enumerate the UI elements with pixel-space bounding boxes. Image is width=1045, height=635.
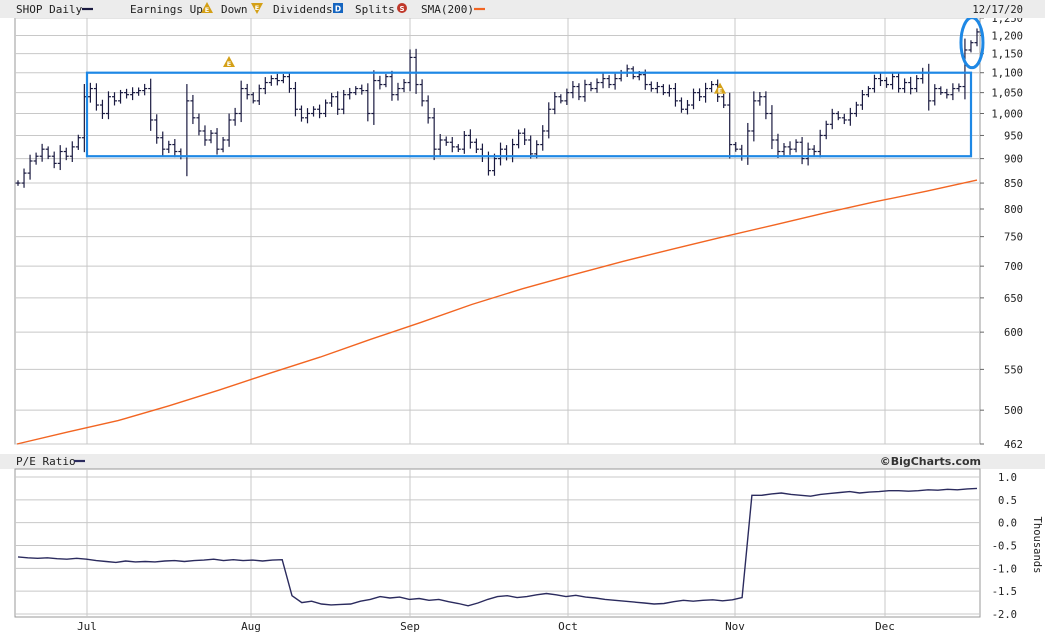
pe-tick-label: 1.0: [998, 472, 1017, 484]
earnings-up-label: Earnings Up: [130, 3, 203, 16]
month-label: Aug: [241, 620, 261, 633]
y-tick-label: 700: [1004, 261, 1023, 273]
dividends-label: Dividends: [273, 3, 333, 16]
month-label: Oct: [558, 620, 578, 633]
dividend-glyph: D: [335, 5, 341, 14]
y-tick-label: 950: [1004, 130, 1023, 142]
y-tick-label: 600: [1004, 327, 1023, 339]
month-label: Jul: [77, 620, 97, 633]
pe-tick-label: 0.0: [998, 518, 1017, 530]
earnings-glyph: E: [718, 87, 722, 95]
y-tick-label: 650: [1004, 293, 1023, 305]
pe-header: P/E Ratio ©BigCharts.com: [0, 454, 1045, 469]
pe-tick-label: -1.0: [992, 563, 1017, 575]
ticker-label: SHOP Daily: [16, 3, 83, 16]
chart-date: 12/17/20: [972, 4, 1023, 16]
pe-tick-label: -1.5: [992, 586, 1017, 598]
earnings-up-glyph: E: [205, 6, 209, 14]
price-panel-frame: [14, 17, 981, 445]
split-glyph: S: [399, 5, 404, 13]
pe-panel-frame: [14, 468, 981, 618]
month-label: Sep: [400, 620, 420, 633]
pe-tick-label: 0.5: [998, 495, 1017, 507]
stock-chart: 462 500 550 600 650 700 750 800 850 900 950 1,000 1,…: [0, 0, 1045, 633]
y-tick-label: 1,150: [991, 49, 1023, 61]
month-label: Nov: [725, 620, 745, 633]
y-tick-label: 1,200: [991, 30, 1023, 42]
dividend-icon: D: [333, 3, 343, 14]
legend-header: SHOP Daily Earnings Up E Down E Dividend…: [0, 0, 1045, 18]
pe-axis: -2.0 -1.5 -1.0 -0.5 0.0 0.5 1.0: [992, 472, 1017, 621]
y-tick-label: 500: [1004, 405, 1023, 417]
bigcharts-credit: ©BigCharts.com: [880, 455, 981, 468]
y-tick-label: 1,000: [991, 109, 1023, 121]
pe-panel: -2.0 -1.5 -1.0 -0.5 0.0 0.5 1.0 Thousands: [14, 468, 1043, 621]
y-tick-label: 550: [1004, 364, 1023, 376]
y-tick-label: 750: [1004, 232, 1023, 244]
y-tick-label: 462: [1004, 439, 1023, 451]
split-icon: S: [397, 3, 407, 13]
sma-label: SMA(200): [421, 3, 474, 16]
y-tick-label: 800: [1004, 204, 1023, 216]
y-tick-label: 850: [1004, 178, 1023, 190]
month-label: Dec: [875, 620, 895, 633]
pe-tick-label: -2.0: [992, 609, 1017, 621]
month-axis: Jul Aug Sep Oct Nov Dec: [77, 620, 895, 633]
y-tick-label: 1,050: [991, 88, 1023, 100]
y-tick-label: 900: [1004, 154, 1023, 166]
pe-tick-label: -0.5: [992, 541, 1017, 553]
splits-label: Splits: [355, 3, 395, 16]
earnings-down-glyph: E: [255, 4, 259, 12]
price-panel: 462 500 550 600 650 700 750 800 850 900 950 1,000 1,…: [14, 13, 1023, 451]
pe-axis-unit: Thousands: [1031, 517, 1043, 574]
price-axis: 462 500 550 600 650 700 750 800 850 900 950 1,000 1,…: [980, 13, 1023, 451]
pe-label: P/E Ratio: [16, 455, 76, 468]
earnings-glyph: E: [227, 60, 231, 68]
y-tick-label: 1,100: [991, 68, 1023, 80]
earnings-down-label: Down: [221, 3, 248, 16]
